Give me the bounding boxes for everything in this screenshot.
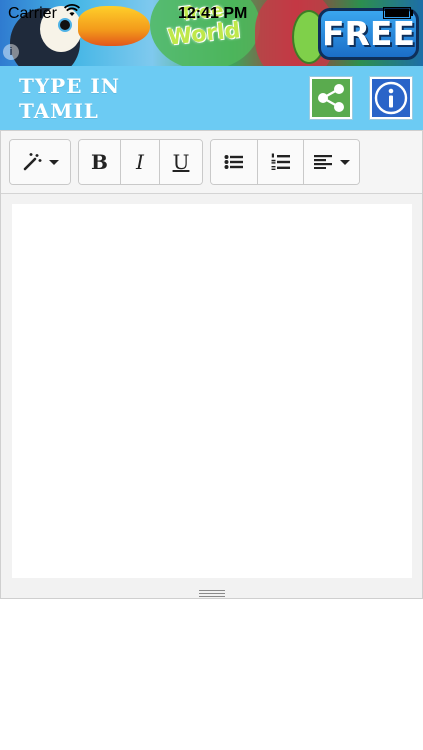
battery-icon [383,7,411,19]
bulleted-list-icon [224,155,243,169]
editor-content-area[interactable] [12,204,412,578]
numbered-list-icon [271,153,290,170]
numbered-list-button[interactable] [258,140,304,184]
underline-button[interactable]: U [160,140,202,184]
carrier-label: Carrier [8,5,57,22]
ad-info-icon[interactable]: i [3,44,19,60]
app-title-line1: TYPE IN [19,74,121,98]
info-icon [374,81,408,115]
style-dropdown-button[interactable] [10,140,70,184]
italic-label: I [136,150,144,174]
battery-tip [411,10,413,16]
editor-resize-handle[interactable] [199,590,225,597]
clock: 12:41 PM [178,5,248,22]
bulleted-list-button[interactable] [211,140,258,184]
share-icon [318,84,344,112]
share-button[interactable] [310,77,352,119]
magic-wand-icon [23,153,41,171]
rich-text-editor: B I U [0,130,423,599]
info-button[interactable] [370,77,412,119]
wifi-icon [63,4,81,20]
bold-label: B [91,150,108,174]
chevron-down-icon [48,159,59,165]
font-style-group: B I U [78,139,203,185]
app-title: TYPE IN TAMIL [19,74,169,124]
align-left-icon [313,155,332,169]
app-header: TYPE IN TAMIL [0,66,423,130]
editor-toolbar: B I U [1,131,422,194]
app-title-line2: TAMIL [19,99,99,123]
align-dropdown-button[interactable] [304,140,359,184]
paragraph-group [210,139,360,185]
status-bar: Carrier 12:41 PM [0,0,423,26]
chevron-down-icon [339,159,350,165]
style-group [9,139,71,185]
italic-button[interactable]: I [121,140,160,184]
bold-button[interactable]: B [79,140,121,184]
underline-label: U [172,150,190,174]
